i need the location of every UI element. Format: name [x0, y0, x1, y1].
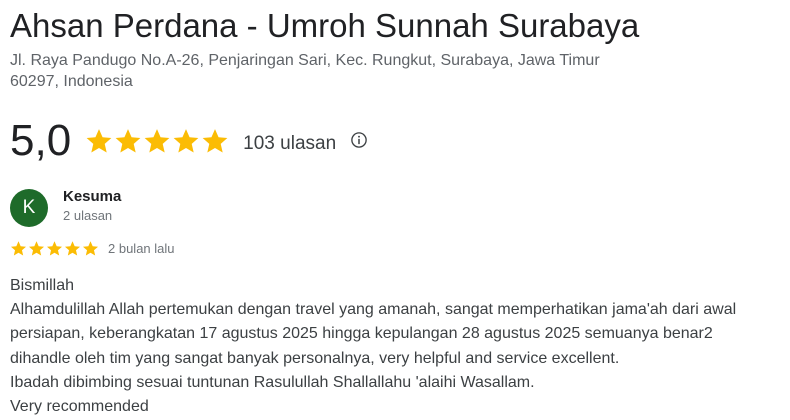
- overall-stars: [85, 127, 229, 155]
- star-icon: [46, 240, 63, 255]
- info-circle-icon[interactable]: [350, 131, 368, 149]
- reviewer-review-count: 2 ulasan: [63, 208, 113, 223]
- review-line: persiapan, keberangkatan 17 agustus 2025…: [10, 325, 713, 343]
- star-icon: [64, 240, 81, 255]
- avatar[interactable]: K: [10, 189, 48, 227]
- star-icon: [115, 129, 141, 153]
- star-icon: [144, 129, 170, 153]
- star-icon: [86, 129, 112, 153]
- reviewer-info: Kesuma 2 ulasan: [63, 187, 121, 225]
- overall-rating: 5,0 103 ulasan: [10, 116, 368, 166]
- star-icon: [82, 240, 99, 255]
- reviewer-header: K Kesuma 2 ulasan: [10, 187, 121, 227]
- review-count[interactable]: 103 ulasan: [243, 133, 336, 155]
- review-stars: [10, 240, 99, 257]
- address-line-1: Jl. Raya Pandugo No.A-26, Penjaringan Sa…: [10, 52, 600, 69]
- review-line: Bismillah: [10, 277, 75, 294]
- star-icon: [10, 240, 27, 255]
- review-line: Ibadah dibimbing sesuai tuntunan Rasulul…: [10, 373, 535, 391]
- reviewer-name[interactable]: Kesuma: [63, 187, 121, 207]
- rating-score: 5,0: [10, 116, 72, 165]
- place-title: Ahsan Perdana - Umroh Sunnah Surabaya: [10, 7, 640, 44]
- review-line: dihandle oleh tim yang sangat banyak per…: [10, 349, 620, 367]
- review-rating: 2 bulan lalu: [10, 240, 175, 256]
- star-icon: [28, 240, 45, 255]
- place-address: Jl. Raya Pandugo No.A-26, Penjaringan Sa…: [10, 50, 650, 92]
- star-icon: [202, 129, 228, 153]
- review-date: 2 bulan lalu: [108, 240, 175, 256]
- review-text: Bismillah Alhamdulillah Allah pertemukan…: [10, 274, 785, 419]
- review-line: Very recommended: [10, 398, 149, 416]
- star-icon: [173, 129, 199, 153]
- review-line: Alhamdulillah Allah pertemukan dengan tr…: [10, 301, 737, 319]
- address-line-2: 60297, Indonesia: [10, 73, 133, 90]
